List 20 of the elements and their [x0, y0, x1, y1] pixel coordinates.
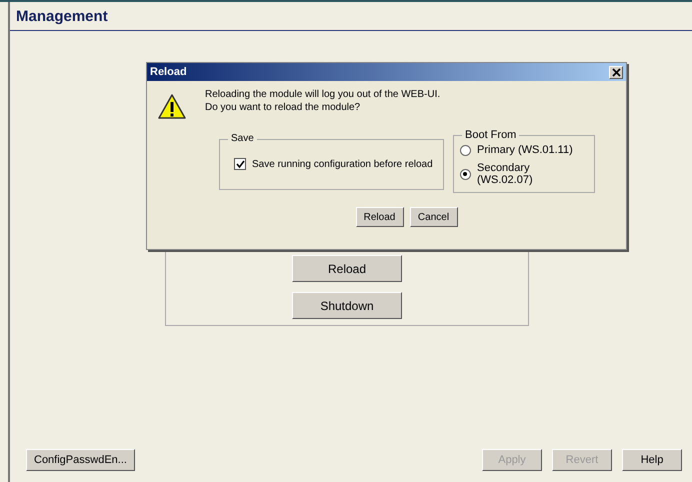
dialog-message: Reloading the module will log you out of the WEB-UI. [205, 89, 440, 100]
dialog-button[interactable]: Reload [356, 207, 404, 227]
dialog-message: Do you want to reload the module? [205, 102, 362, 113]
dialog-title: Reload [150, 66, 187, 78]
radio-button[interactable] [460, 168, 471, 180]
close-button[interactable] [609, 66, 623, 78]
radio-option[interactable]: Secondary (WS.02.07) [460, 162, 588, 186]
checkbox-option[interactable]: Save running configuration before reload [234, 158, 435, 170]
checkbox[interactable] [234, 158, 246, 170]
radio-option[interactable]: Primary (WS.01.11) [460, 144, 588, 156]
group-legend: Save [228, 133, 257, 144]
panel-button[interactable]: Reload [292, 255, 402, 282]
dialog-button[interactable]: Cancel [410, 207, 458, 227]
panel-button[interactable]: Shutdown [292, 292, 402, 319]
group-legend: Boot From [462, 129, 520, 141]
footer-button[interactable]: Help [622, 449, 682, 471]
page-title: Management [16, 8, 108, 24]
warning-icon [157, 93, 187, 121]
radio-button[interactable] [460, 144, 471, 156]
footer-button[interactable]: ConfigPasswdEn... [26, 449, 135, 471]
